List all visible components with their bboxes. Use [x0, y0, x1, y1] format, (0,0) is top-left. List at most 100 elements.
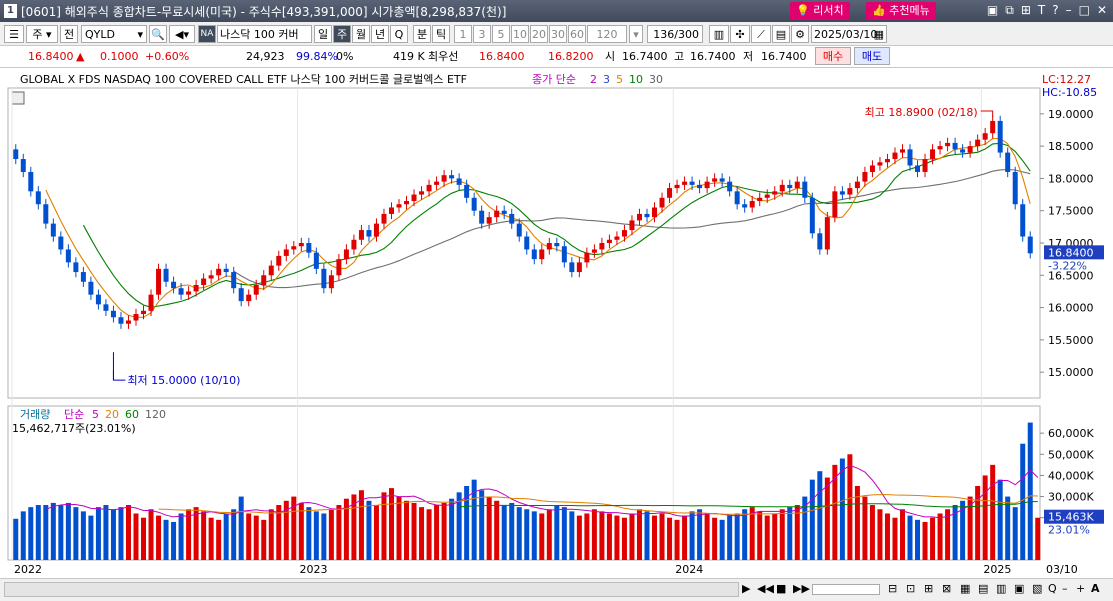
date-input[interactable]: 2025/03/10 ▦	[811, 25, 887, 43]
layout-6-icon[interactable]: ▤	[978, 580, 988, 598]
volume-bar	[381, 492, 387, 560]
price-tick-label: 17.5000	[1048, 205, 1094, 218]
period-week[interactable]: 주	[333, 25, 351, 43]
volume-bar	[80, 511, 86, 560]
candle	[276, 255, 282, 266]
price-volume-chart[interactable]: GLOBAL X FDS NASDAQ 100 COVERED CALL ETF…	[0, 68, 1113, 578]
zoom-slider[interactable]	[812, 584, 880, 595]
vol-ma-period-20: 20	[105, 408, 119, 421]
volume-bar	[667, 517, 673, 560]
candle	[772, 191, 778, 195]
minute-button[interactable]: 분	[413, 25, 431, 43]
volume-tick-label: 40,000K	[1048, 469, 1094, 482]
move-icon[interactable]: ✣	[730, 25, 750, 43]
price-tick-label: 15.5000	[1048, 334, 1094, 347]
interval-60[interactable]: 60	[568, 25, 586, 43]
layout-icon[interactable]: ▣	[987, 3, 998, 18]
help-icon[interactable]: ?	[1052, 3, 1058, 18]
candle	[141, 310, 147, 315]
recommend-menu-button[interactable]: 👍 추천메뉴	[866, 2, 936, 20]
ticker-input[interactable]: QYLD ▾	[81, 25, 147, 43]
sound-icon[interactable]: ◀▾	[169, 25, 195, 43]
layout-7-icon[interactable]: ▥	[996, 580, 1006, 598]
candle	[554, 243, 560, 247]
volume-bar	[591, 509, 597, 560]
scroll-right-icon[interactable]: ▶	[742, 580, 750, 598]
gear-icon[interactable]: ⚙	[791, 25, 809, 43]
candle	[20, 159, 26, 172]
interval-1[interactable]: 1	[454, 25, 472, 43]
candle	[779, 184, 785, 192]
period-month[interactable]: 월	[352, 25, 370, 43]
volume-bar	[524, 509, 530, 560]
sell-button[interactable]: 매도	[854, 47, 890, 65]
mode-select[interactable]: 주 ▾	[26, 25, 58, 43]
maximize-icon[interactable]: □	[1079, 3, 1090, 18]
interval-dropdown-icon[interactable]: ▾	[629, 25, 643, 43]
period-day[interactable]: 일	[314, 25, 332, 43]
volume-bar	[148, 509, 154, 560]
candle	[419, 191, 425, 195]
tick-button[interactable]: 틱	[432, 25, 450, 43]
search-icon[interactable]: 🔍	[149, 25, 167, 43]
rewind-icon[interactable]: ◀◀	[757, 580, 774, 598]
layout-3-icon[interactable]: ⊞	[924, 580, 933, 598]
interval-5[interactable]: 5	[492, 25, 510, 43]
volume-bar	[884, 513, 890, 560]
layout-9-icon[interactable]: ▧	[1032, 580, 1042, 598]
candle	[396, 204, 402, 208]
volume-bar	[1012, 507, 1018, 560]
period-quarter[interactable]: Q	[390, 25, 408, 43]
candle	[674, 184, 680, 189]
minimize-icon[interactable]: –	[1066, 3, 1072, 18]
volume-bar	[133, 513, 139, 560]
layout-1-icon[interactable]: ⊟	[888, 580, 897, 598]
layout-2-icon[interactable]: ⊡	[906, 580, 915, 598]
ruler-icon[interactable]: ⟋	[751, 25, 771, 43]
volume-bar	[396, 496, 402, 560]
interval-3[interactable]: 3	[473, 25, 491, 43]
interval-120[interactable]: 120	[587, 25, 627, 43]
prev-button[interactable]: 전	[60, 25, 78, 43]
candle	[749, 201, 755, 208]
zoom-reset-icon[interactable]: Q	[1048, 580, 1057, 598]
menu-icon[interactable]: ☰	[4, 25, 24, 43]
bars-icon[interactable]: ▥	[709, 25, 729, 43]
candle	[742, 204, 748, 208]
zoom-in-icon[interactable]: +	[1076, 580, 1085, 598]
window-title: [0601] 해외주식 종합차트-무료시세(미국) - 주식수[493,391,…	[21, 4, 507, 19]
stock-name-field[interactable]: 나스닥 100 커버	[217, 25, 312, 43]
candle	[80, 272, 86, 282]
volume-bar	[614, 515, 620, 560]
count-input[interactable]: 136/300	[647, 25, 703, 43]
zoom-out-icon[interactable]: –	[1062, 580, 1068, 598]
buy-button[interactable]: 매수	[815, 47, 851, 65]
volume-bar	[441, 502, 447, 560]
save-icon[interactable]: ▤	[772, 25, 790, 43]
high-value: 16.7400	[690, 50, 736, 63]
layout-5-icon[interactable]: ▦	[960, 580, 970, 598]
layout-4-icon[interactable]: ⊠	[942, 580, 951, 598]
close-icon[interactable]: ✕	[1097, 3, 1107, 18]
history-scroll-track[interactable]	[4, 582, 739, 597]
date-value: 2025/03/10	[814, 28, 878, 41]
vol-ma-period-5: 5	[92, 408, 99, 421]
interval-20[interactable]: 20	[530, 25, 548, 43]
interval-30[interactable]: 30	[549, 25, 567, 43]
font-icon[interactable]: T	[1038, 3, 1045, 18]
stop-icon[interactable]: ■	[776, 580, 786, 598]
bid-label: 최우선	[428, 50, 459, 63]
fit-icon[interactable]: ⊞	[1021, 3, 1031, 18]
candle	[982, 133, 988, 140]
volume-bar	[682, 515, 688, 560]
layout-8-icon[interactable]: ▣	[1014, 580, 1024, 598]
volume-bar	[704, 513, 710, 560]
period-year[interactable]: 년	[371, 25, 389, 43]
forward-icon[interactable]: ▶▶	[793, 580, 810, 598]
font-size-icon[interactable]: A	[1091, 580, 1100, 598]
interval-10[interactable]: 10	[511, 25, 529, 43]
candle	[479, 210, 485, 224]
volume-bar	[201, 511, 207, 560]
restore-window-icon[interactable]: ⧉	[1005, 3, 1014, 18]
research-button[interactable]: 💡 리서치	[790, 2, 850, 20]
